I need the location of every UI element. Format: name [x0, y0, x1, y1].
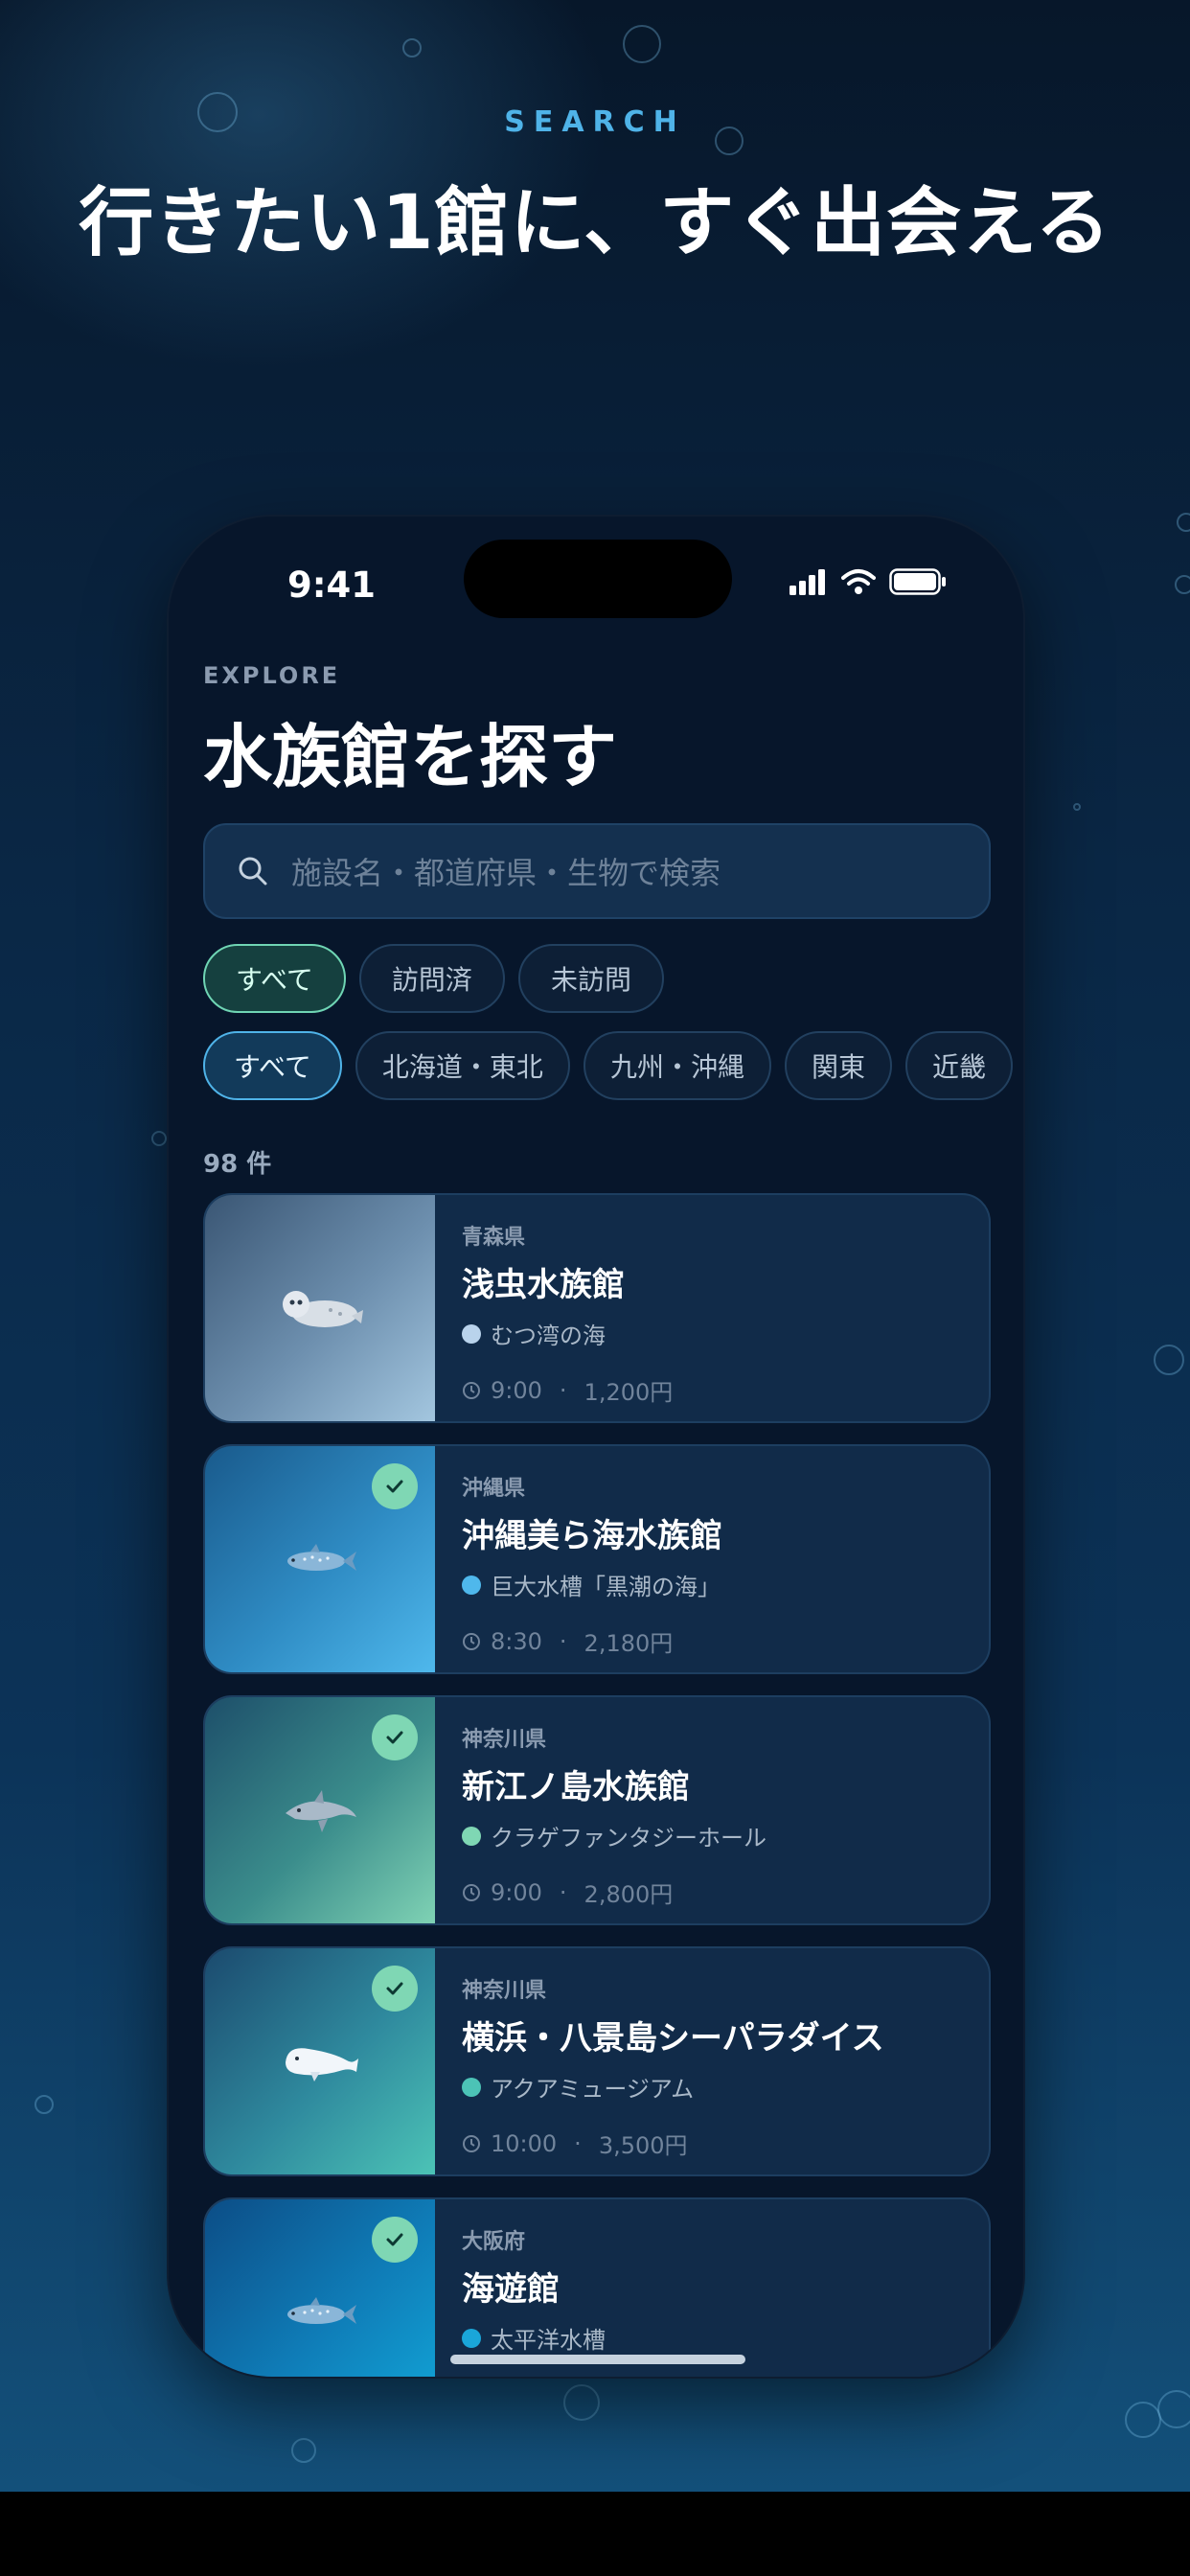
dynamic-island [464, 540, 732, 618]
meta-separator: · [574, 2129, 582, 2157]
filter-region-kyushu-okinawa[interactable]: 九州・沖縄 [583, 1031, 771, 1100]
feature-dot [462, 2328, 481, 2348]
card-thumbnail [205, 1195, 435, 1421]
bubble [1157, 2390, 1190, 2428]
feature-dot [462, 2077, 481, 2097]
card-name: 横浜・八景島シーパラダイス [462, 2019, 884, 2058]
card-thumbnail [205, 2199, 435, 2377]
aquarium-card[interactable]: 大阪府 海遊館 太平洋水槽 [203, 2197, 991, 2377]
card-thumbnail [205, 1948, 435, 2174]
region-filter-group: すべて 北海道・東北 九州・沖縄 関東 近畿 [203, 1031, 1013, 1100]
visited-check-icon [372, 2217, 418, 2263]
aquarium-card[interactable]: 沖縄県 沖縄美ら海水族館 巨大水槽「黒潮の海」 8:30 · 2,180円 [203, 1444, 991, 1674]
card-price: 1,200円 [584, 1379, 674, 1406]
bubble [34, 2095, 54, 2114]
card-feature: 太平洋水槽 [491, 2327, 606, 2354]
card-prefecture: 大阪府 [462, 2230, 526, 2254]
whale-shark-icon [287, 1544, 356, 1571]
search-placeholder: 施設名・都道府県・生物で検索 [291, 855, 721, 891]
aquarium-card[interactable]: 青森県 浅虫水族館 むつ湾の海 9:00 · 1,200円 [203, 1193, 991, 1423]
meta-separator: · [559, 1376, 567, 1404]
marketing-background: SEARCH 行きたい1館に、すぐ出会える 9:41 EXPLORE 水族館を探… [0, 0, 1190, 2492]
seal-icon [283, 1291, 363, 1327]
bubble [1073, 803, 1081, 811]
bottom-black-bar [0, 2492, 1190, 2576]
clock-icon [463, 2134, 480, 2152]
bubble [151, 1131, 167, 1146]
marketing-eyebrow: SEARCH [504, 105, 686, 139]
visited-check-icon [372, 1714, 418, 1760]
feature-dot [462, 1826, 481, 1846]
clock-icon [463, 1381, 480, 1399]
status-icons [790, 568, 947, 595]
filter-visited[interactable]: 訪問済 [358, 944, 505, 1013]
bubble [291, 2438, 316, 2463]
status-time: 9:41 [287, 564, 377, 606]
visited-check-icon [372, 1966, 418, 2012]
battery-icon [889, 568, 946, 595]
aquarium-card[interactable]: 神奈川県 横浜・八景島シーパラダイス アクアミュージアム 10:00 · 3,5… [203, 1946, 991, 2176]
bubble [1125, 2402, 1161, 2438]
card-prefecture: 神奈川県 [462, 1979, 547, 2003]
clock-icon [463, 1883, 480, 1901]
dolphin-icon [286, 1790, 356, 1832]
card-price: 3,500円 [598, 2132, 688, 2159]
card-name: 沖縄美ら海水族館 [462, 1517, 722, 1555]
card-feature: アクアミュージアム [491, 2076, 695, 2103]
bubble [1177, 513, 1190, 532]
card-thumbnail [205, 1446, 435, 1672]
card-prefecture: 神奈川県 [462, 1728, 547, 1752]
card-price: 2,180円 [584, 1630, 674, 1657]
page-title: 水族館を探す [203, 717, 618, 797]
card-name: 浅虫水族館 [462, 1266, 625, 1304]
bubble [1175, 575, 1190, 594]
aquarium-card[interactable]: 神奈川県 新江ノ島水族館 クラゲファンタジーホール 9:00 · 2,800円 [203, 1695, 991, 1925]
bubble [623, 25, 661, 63]
results-count: 98 件 [203, 1150, 272, 1179]
feature-dot [462, 1575, 481, 1595]
card-feature: むつ湾の海 [491, 1322, 606, 1349]
card-hours: 9:00 [491, 1376, 542, 1404]
cellular-signal-icon [790, 569, 825, 595]
page-eyebrow: EXPLORE [203, 662, 341, 689]
visited-check-icon [372, 1463, 418, 1509]
card-prefecture: 沖縄県 [462, 1477, 526, 1501]
card-feature: クラゲファンタジーホール [491, 1825, 767, 1852]
feature-dot [462, 1323, 481, 1344]
filter-not-visited[interactable]: 未訪問 [517, 944, 664, 1013]
card-feature: 巨大水槽「黒潮の海」 [491, 1574, 721, 1600]
card-hours: 10:00 [491, 2129, 558, 2157]
card-hours: 8:30 [491, 1627, 542, 1655]
bubble [1154, 1345, 1184, 1375]
clock-icon [463, 1632, 480, 1650]
filter-visit-all[interactable]: すべて [203, 944, 346, 1013]
beluga-icon [286, 2048, 358, 2082]
meta-separator: · [559, 1878, 567, 1906]
card-price: 2,800円 [584, 1881, 674, 1908]
filter-region-kanto[interactable]: 関東 [784, 1031, 892, 1100]
bubble [402, 38, 422, 58]
marketing-headline: 行きたい1館に、すぐ出会える [79, 180, 1111, 266]
filter-region-hokkaido-tohoku[interactable]: 北海道・東北 [355, 1031, 570, 1100]
wifi-icon [841, 569, 876, 594]
filter-region-all[interactable]: すべて [203, 1031, 342, 1100]
bubble [563, 2384, 600, 2421]
card-thumbnail [205, 1697, 435, 1923]
phone-frame: 9:41 EXPLORE 水族館を探す 施設名・都道府県・生物で検索 すべて 訪… [167, 515, 1025, 2379]
search-input[interactable]: 施設名・都道府県・生物で検索 [203, 823, 991, 919]
meta-separator: · [559, 1627, 567, 1655]
card-name: 海遊館 [462, 2270, 560, 2309]
card-hours: 9:00 [491, 1878, 542, 1906]
card-name: 新江ノ島水族館 [462, 1768, 690, 1806]
whale-shark-icon [287, 2297, 356, 2324]
visit-filter-group: すべて 訪問済 未訪問 [203, 944, 664, 1013]
card-prefecture: 青森県 [462, 1226, 526, 1250]
home-indicator[interactable] [450, 2355, 745, 2364]
search-icon [239, 857, 267, 886]
filter-region-kinki[interactable]: 近畿 [904, 1031, 1013, 1100]
